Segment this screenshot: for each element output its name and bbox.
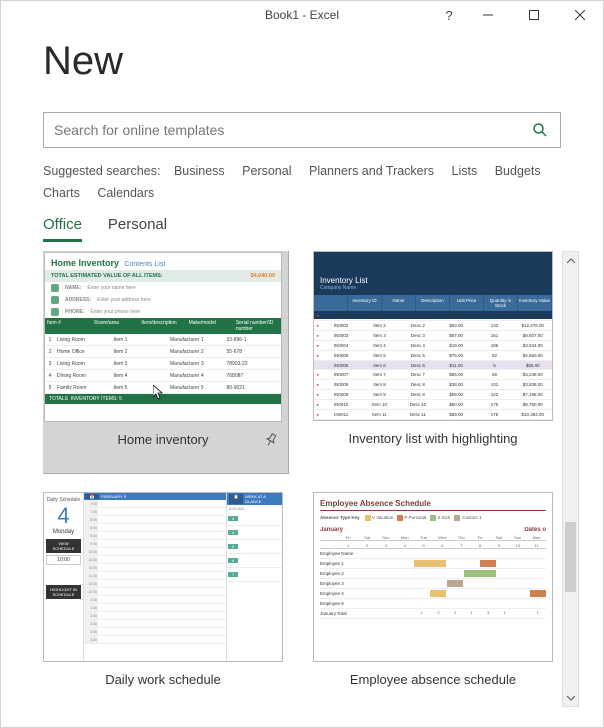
- template-caption: Employee absence schedule: [350, 672, 516, 687]
- pin-button[interactable]: [262, 431, 280, 449]
- chevron-down-icon: [567, 694, 575, 702]
- suggested-link-charts[interactable]: Charts: [43, 186, 80, 200]
- template-card-home-inventory[interactable]: Home Inventory Contents List TOTAL ESTIM…: [43, 251, 289, 474]
- gallery-scrollbar[interactable]: [562, 251, 579, 707]
- search-icon: [532, 122, 548, 138]
- minimize-button[interactable]: [465, 1, 511, 29]
- suggested-searches: Suggested searches: Business Personal Pl…: [43, 160, 561, 204]
- scroll-up-button[interactable]: [563, 252, 578, 269]
- search-box: [43, 112, 561, 148]
- chevron-up-icon: [567, 257, 575, 265]
- scroll-down-button[interactable]: [563, 689, 578, 706]
- window-controls: [465, 1, 603, 29]
- close-button[interactable]: [557, 1, 603, 29]
- page-title: New: [43, 39, 603, 84]
- template-card-daily-schedule[interactable]: Daily Schedule 4 Monday VIEW SCHEDULE 10…: [43, 492, 283, 707]
- tab-office[interactable]: Office: [43, 216, 82, 242]
- template-thumbnail: Daily Schedule 4 Monday VIEW SCHEDULE 10…: [43, 492, 283, 662]
- template-caption: Home inventory: [117, 432, 208, 447]
- suggested-link-personal[interactable]: Personal: [242, 164, 291, 178]
- titlebar: Book1 - Excel ?: [1, 1, 603, 29]
- tab-personal[interactable]: Personal: [108, 216, 167, 242]
- search-button[interactable]: [520, 113, 560, 147]
- suggested-label: Suggested searches:: [43, 164, 160, 178]
- template-thumbnail: Employee Absence Schedule Absence Type K…: [313, 492, 553, 662]
- search-input[interactable]: [44, 113, 520, 147]
- suggested-link-calendars[interactable]: Calendars: [97, 186, 154, 200]
- suggested-link-budgets[interactable]: Budgets: [495, 164, 541, 178]
- maximize-button[interactable]: [511, 1, 557, 29]
- template-source-tabs: Office Personal: [43, 216, 561, 243]
- template-thumbnail: Home Inventory Contents List TOTAL ESTIM…: [44, 252, 282, 422]
- template-caption: Daily work schedule: [105, 672, 221, 687]
- template-gallery: Home Inventory Contents List TOTAL ESTIM…: [43, 251, 553, 707]
- suggested-link-lists[interactable]: Lists: [452, 164, 478, 178]
- template-card-employee-absence[interactable]: Employee Absence Schedule Absence Type K…: [313, 492, 553, 707]
- suggested-link-planners[interactable]: Planners and Trackers: [309, 164, 434, 178]
- suggested-link-business[interactable]: Business: [174, 164, 225, 178]
- scrollbar-thumb[interactable]: [565, 522, 576, 592]
- template-card-inventory-list[interactable]: Inventory List Company Name Inventory ID…: [313, 251, 553, 468]
- template-caption: Inventory list with highlighting: [348, 431, 517, 446]
- pin-icon: [264, 433, 278, 447]
- template-thumbnail: Inventory List Company Name Inventory ID…: [313, 251, 553, 421]
- window-title: Book1 - Excel: [265, 8, 339, 22]
- help-button[interactable]: ?: [435, 1, 463, 29]
